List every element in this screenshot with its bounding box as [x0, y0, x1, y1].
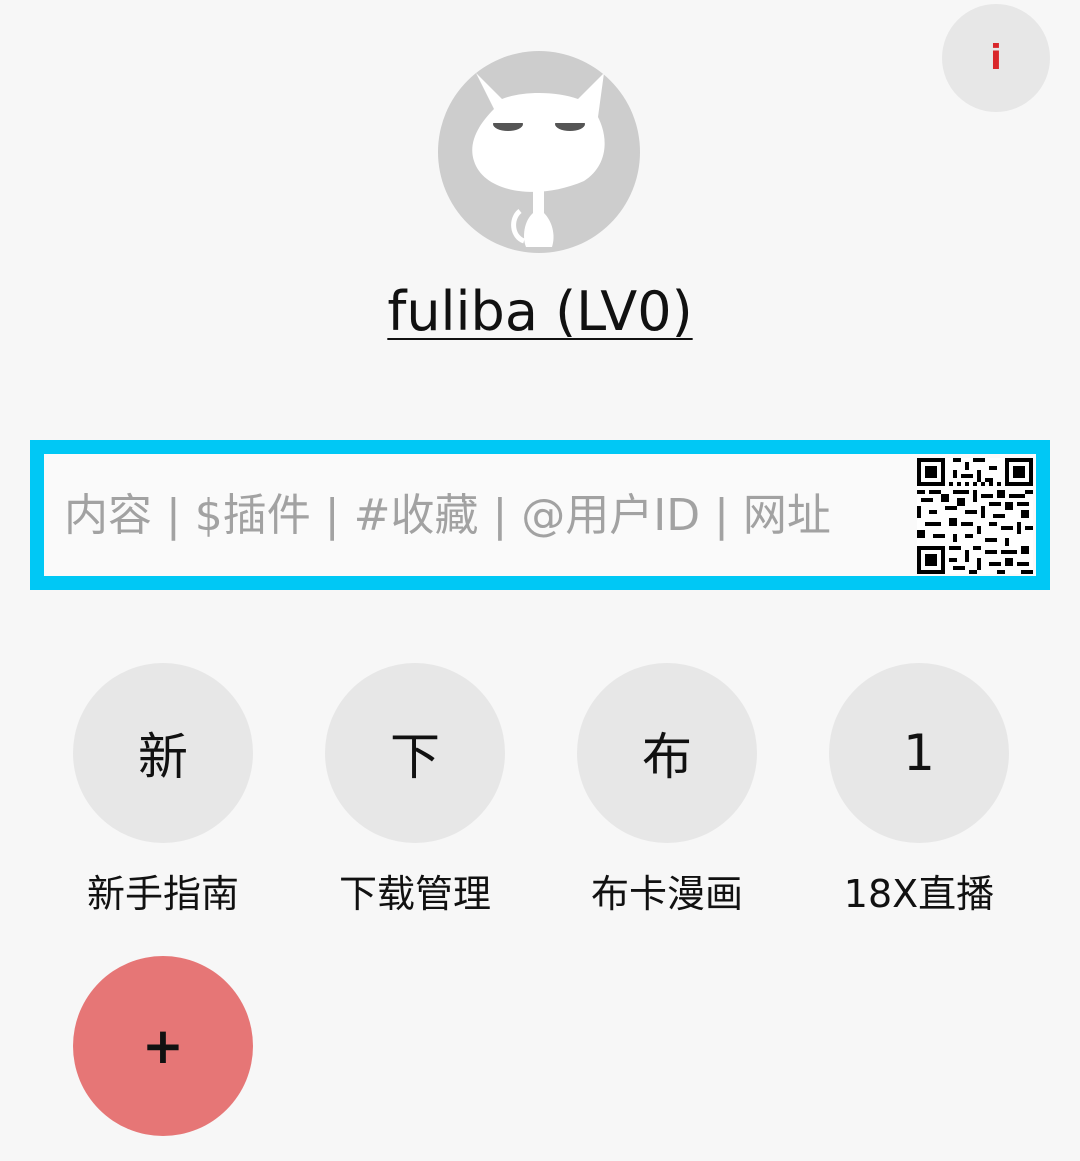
cat-avatar-icon — [472, 73, 605, 247]
shortcut-guide-icon: 新 — [73, 663, 253, 843]
shortcut-guide-label: 新手指南 — [86, 872, 239, 916]
shortcut-comics-label: 布卡漫画 — [590, 872, 743, 916]
info-icon: i — [990, 38, 1002, 78]
shortcut-live-icon: 1 — [829, 663, 1009, 843]
search-input[interactable] — [62, 474, 906, 556]
shortcut-downloads-icon: 下 — [325, 663, 505, 843]
shortcut-downloads-label: 下载管理 — [338, 872, 491, 916]
shortcut-downloads[interactable]: 下 下载管理 — [325, 663, 505, 916]
shortcut-comics-icon: 布 — [577, 663, 757, 843]
qr-code-icon[interactable] — [917, 458, 1033, 574]
search-box[interactable] — [30, 440, 1050, 590]
avatar[interactable] — [438, 51, 640, 253]
username-container: fuliba (LV0) — [0, 280, 1080, 343]
username-link[interactable]: fuliba (LV0) — [387, 280, 692, 343]
plus-icon: + — [142, 1017, 184, 1075]
shortcut-comics[interactable]: 布 布卡漫画 — [577, 663, 757, 916]
shortcut-live[interactable]: 1 18X直播 — [829, 663, 1009, 916]
shortcut-live-label: 18X直播 — [843, 872, 995, 916]
shortcut-guide[interactable]: 新 新手指南 — [73, 663, 253, 916]
info-button[interactable]: i — [942, 4, 1050, 112]
add-shortcut-button[interactable]: + — [73, 956, 253, 1136]
